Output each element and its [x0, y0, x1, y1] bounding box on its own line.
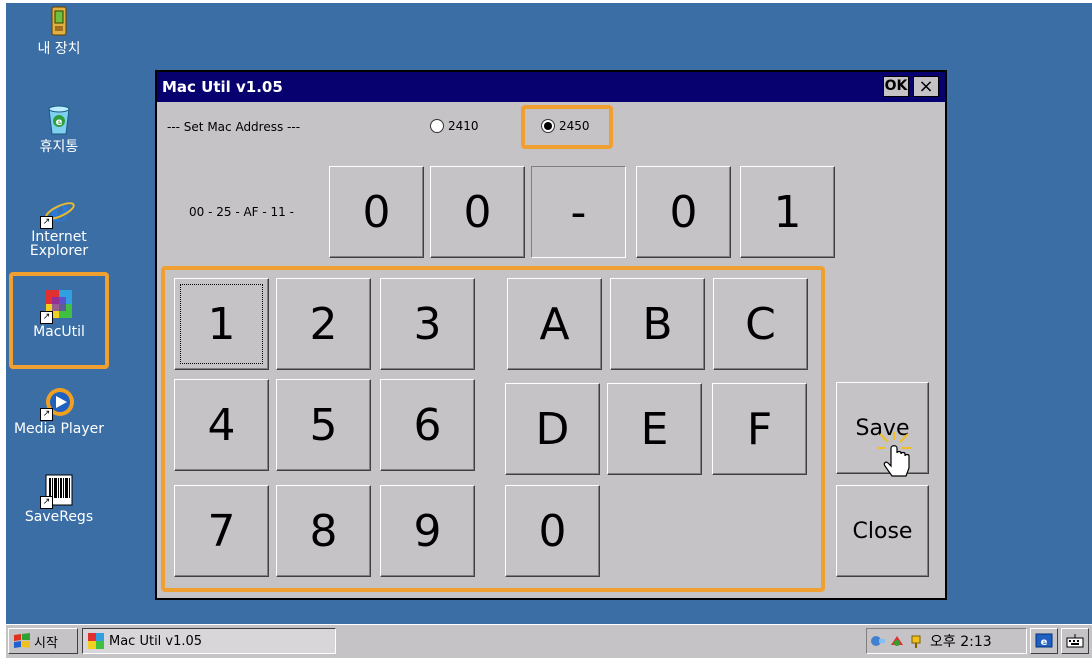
keyboard-icon — [1066, 634, 1084, 648]
shortcut-arrow-icon: ↗ — [40, 311, 53, 324]
desktop-icon-my-device[interactable]: 내 장치 — [9, 5, 109, 57]
desktop-icon-label: MacUtil — [33, 324, 85, 340]
desktop: 내 장치 e 휴지통 e ↗ Internet Explorer ↗ MacUt… — [6, 3, 1092, 624]
key-2[interactable]: 2 — [276, 278, 371, 370]
desktop-icon: e — [1035, 633, 1053, 648]
radio-2450-indicator — [541, 119, 555, 133]
key-4[interactable]: 4 — [174, 379, 269, 471]
key-e[interactable]: E — [607, 383, 702, 475]
shortcut-arrow-icon: ↗ — [40, 216, 53, 229]
key-5[interactable]: 5 — [276, 379, 371, 471]
desktop-icon-label: 휴지통 — [39, 139, 79, 155]
key-b[interactable]: B — [610, 278, 705, 370]
system-tray: 오후 2:13 — [866, 628, 1027, 654]
macutil-small-icon — [88, 633, 104, 649]
radio-2450[interactable]: 2450 — [541, 119, 590, 133]
tap-hand-cursor-icon — [878, 432, 918, 482]
set-mac-address-label: --- Set Mac Address --- — [167, 120, 301, 134]
key-7[interactable]: 7 — [174, 485, 269, 577]
windows-logo-icon — [14, 633, 30, 648]
svg-text:e: e — [50, 194, 69, 227]
mac-prefix-label: 00 - 25 - AF - 11 - — [189, 205, 294, 219]
mac-digit-4[interactable]: 1 — [740, 166, 835, 258]
mac-digit-3[interactable]: 0 — [636, 166, 731, 258]
svg-text:e: e — [1041, 637, 1048, 648]
shortcut-arrow-icon: ↗ — [40, 496, 53, 509]
radio-2450-label: 2450 — [559, 119, 590, 133]
close-button[interactable]: Close — [836, 485, 929, 577]
taskbar-item-label: Mac Util v1.05 — [109, 633, 203, 649]
taskbar: 시작 Mac Util v1.05 오후 2:13 e — [6, 624, 1092, 658]
shortcut-arrow-icon: ↗ — [40, 408, 53, 421]
desktop-icon-media-player[interactable]: ↗ Media Player — [9, 385, 109, 437]
radio-2410-indicator — [430, 119, 444, 133]
mac-digit-1[interactable]: 0 — [329, 166, 424, 258]
desktop-icon-recycle-bin[interactable]: e 휴지통 — [9, 103, 109, 155]
key-f[interactable]: F — [712, 383, 807, 475]
macutil-icon: ↗ — [40, 288, 76, 324]
key-9[interactable]: 9 — [380, 485, 475, 577]
radio-2410[interactable]: 2410 — [430, 119, 479, 133]
start-button[interactable]: 시작 — [8, 628, 78, 654]
key-d[interactable]: D — [505, 383, 600, 475]
power-plug-icon[interactable] — [908, 633, 924, 649]
mac-digit-separator: - — [531, 166, 626, 258]
key-a[interactable]: A — [507, 278, 602, 370]
clock[interactable]: 오후 2:13 — [930, 631, 992, 651]
desktop-icon-internet-explorer[interactable]: e ↗ Internet Explorer — [9, 193, 109, 258]
macutil-window: Mac Util v1.05 OK × --- Set Mac Address … — [155, 70, 947, 600]
mac-digit-2[interactable]: 0 — [430, 166, 525, 258]
media-player-icon: ↗ — [40, 385, 76, 421]
svg-text:e: e — [56, 117, 63, 128]
keyboard-button[interactable] — [1061, 628, 1089, 654]
network-icon[interactable] — [870, 633, 886, 649]
key-1[interactable]: 1 — [174, 278, 269, 370]
desktop-icon-label: 내 장치 — [37, 41, 81, 57]
key-6[interactable]: 6 — [380, 379, 475, 471]
desktop-icon-macutil[interactable]: ↗ MacUtil — [9, 288, 109, 340]
window-title: Mac Util v1.05 — [162, 78, 283, 96]
window-close-button[interactable]: × — [913, 76, 939, 97]
internet-explorer-icon: e ↗ — [40, 193, 76, 229]
taskbar-item-macutil[interactable]: Mac Util v1.05 — [82, 628, 336, 654]
barcode-icon: ↗ — [40, 473, 76, 509]
connection-icon[interactable] — [889, 633, 905, 649]
ok-button[interactable]: OK — [883, 76, 909, 97]
desktop-icon-saveregs[interactable]: ↗ SaveRegs — [9, 473, 109, 525]
desktop-icon-label: SaveRegs — [24, 509, 94, 525]
start-label: 시작 — [34, 635, 58, 651]
desktop-icon-label: Media Player — [13, 421, 105, 437]
key-c[interactable]: C — [713, 278, 808, 370]
radio-2410-label: 2410 — [448, 119, 479, 133]
key-0[interactable]: 0 — [505, 485, 600, 577]
recycle-bin-icon: e — [42, 103, 76, 137]
window-titlebar[interactable]: Mac Util v1.05 OK × — [157, 72, 945, 102]
key-3[interactable]: 3 — [380, 278, 475, 370]
key-8[interactable]: 8 — [276, 485, 371, 577]
desktop-toggle-button[interactable]: e — [1030, 628, 1058, 654]
desktop-icon-label: Internet Explorer — [29, 230, 89, 258]
pda-device-icon — [42, 5, 76, 39]
